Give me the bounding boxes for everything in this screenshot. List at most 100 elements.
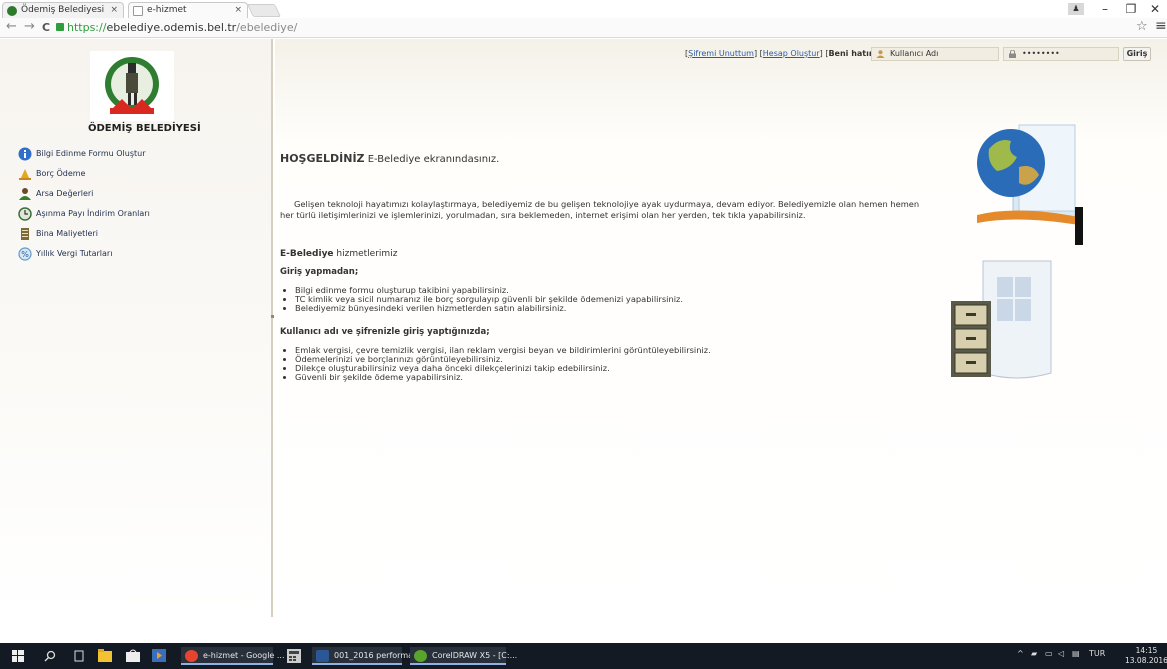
splitter-handle[interactable] <box>271 315 274 318</box>
browser-toolbar: ← → C https://ebelediye.odemis.bel.tr/eb… <box>0 18 1167 38</box>
forgot-password-link[interactable]: Şifremi Unuttum <box>688 49 754 58</box>
store-icon[interactable] <box>126 649 140 662</box>
list-item: Güvenli bir şekilde ödeme yapabilirsiniz… <box>295 373 711 382</box>
sidebar-item-label: Aşınma Payı İndirim Oranları <box>36 209 150 218</box>
login-links: [Şifremi Unuttum] [Hesap Oluştur] [Beni … <box>685 49 895 58</box>
forward-icon[interactable]: → <box>24 19 35 34</box>
task-view-icon[interactable] <box>72 650 86 662</box>
create-account-link[interactable]: Hesap Oluştur <box>763 49 820 58</box>
sidebar-item-bilgi-edinme[interactable]: Bilgi Edinme Formu Oluştur <box>18 145 150 165</box>
minimize-button[interactable]: – <box>1092 0 1118 18</box>
network-icon[interactable]: ▰ <box>1031 649 1037 658</box>
taskbar-app-label: e-hizmet - Google ... <box>203 651 285 660</box>
web-page: ÖDEMİŞ BELEDİYESİ Bilgi Edinme Formu Olu… <box>0 39 1167 643</box>
sidebar-item-arsa-degerleri[interactable]: Arsa Değerleri <box>18 185 150 205</box>
info-icon <box>18 147 32 161</box>
tray-overflow-icon[interactable]: ^ <box>1017 649 1024 658</box>
section1-title: Giriş yapmadan; <box>280 267 359 277</box>
url-path: /ebelediye/ <box>236 21 298 34</box>
municipality-logo <box>90 51 174 121</box>
url-scheme: https:// <box>67 21 107 34</box>
services-heading: E-Belediye hizmetlerimiz <box>280 249 397 259</box>
sidebar-item-bina-maliyetleri[interactable]: Bina Maliyetleri <box>18 225 150 245</box>
tab-close-icon[interactable]: × <box>110 3 118 18</box>
url-host: ebelediye.odemis.bel.tr <box>106 21 237 34</box>
login-bar: [Şifremi Unuttum] [Hesap Oluştur] [Beni … <box>275 47 1167 63</box>
file-explorer-icon[interactable] <box>98 649 112 662</box>
page-favicon-icon <box>133 6 143 16</box>
welcome-text: E-Belediye ekranındasınız. <box>367 154 500 165</box>
section2-title: Kullanıcı adı ve şifrenizle giriş yaptığ… <box>280 327 490 337</box>
sidebar-item-label: Yıllık Vergi Tutarları <box>36 249 113 258</box>
coreldraw-icon <box>414 650 427 662</box>
sidebar-item-label: Bina Maliyetleri <box>36 229 98 238</box>
clock-date: 13.08.2016 <box>1125 656 1167 665</box>
sidebar-item-label: Borç Ödeme <box>36 169 86 178</box>
clock-time: 14:15 <box>1135 646 1158 655</box>
back-icon[interactable]: ← <box>6 19 17 34</box>
list-item: Belediyemiz bünyesindeki verilen hizmetl… <box>295 304 683 313</box>
login-button[interactable]: Giriş <box>1123 47 1151 61</box>
clock-icon <box>18 207 32 221</box>
language-indicator[interactable]: TUR <box>1089 649 1105 658</box>
tab-close-icon[interactable]: × <box>234 3 242 18</box>
services-text: hizmetlerimiz <box>336 249 398 259</box>
calculator-icon[interactable] <box>287 649 301 663</box>
sidebar-menu: Bilgi Edinme Formu Oluştur Borç Ödeme Ar… <box>18 145 150 265</box>
section1-list: Bilgi edinme formu oluşturup takibini ya… <box>295 286 683 313</box>
user-icon <box>876 50 885 58</box>
tab-e-hizmet[interactable]: e-hizmet × <box>128 2 248 18</box>
search-icon[interactable] <box>44 650 56 662</box>
media-player-icon[interactable] <box>152 649 166 662</box>
maximize-button[interactable]: ❐ <box>1118 0 1144 18</box>
display-icon[interactable]: ▭ <box>1045 649 1053 658</box>
tab-label: e-hizmet <box>147 5 187 15</box>
sidebar-item-borc-odeme[interactable]: Borç Ödeme <box>18 165 150 185</box>
word-icon <box>316 650 329 662</box>
close-window-button[interactable]: ✕ <box>1142 0 1167 18</box>
book-icon <box>21 228 29 240</box>
browser-menu-icon[interactable]: ≡ <box>1155 18 1167 34</box>
username-field[interactable]: Kullanıcı Adı <box>871 47 999 61</box>
logo-title: ÖDEMİŞ BELEDİYESİ <box>88 123 201 134</box>
password-field[interactable]: •••••••• <box>1003 47 1119 61</box>
welcome-heading: HOŞGELDİNİZ E-Belediye ekranındasınız. <box>280 152 499 165</box>
sidebar-item-yillik-vergi[interactable]: % Yıllık Vergi Tutarları <box>18 245 150 265</box>
volume-icon[interactable]: ◁ <box>1058 649 1064 658</box>
file-cabinet-illustration <box>951 260 1052 379</box>
sidebar-item-asinma-payi[interactable]: Aşınma Payı İndirim Oranları <box>18 205 150 225</box>
taskbar-app-label: CorelDRAW X5 - [C:... <box>432 651 518 660</box>
sidebar-item-label: Arsa Değerleri <box>36 189 94 198</box>
taskbar-app-coreldraw[interactable]: CorelDRAW X5 - [C:... <box>410 647 517 665</box>
reload-icon[interactable]: C <box>42 21 50 34</box>
browser-tab-strip: Ödemiş Belediyesi × e-hizmet × ♟ – ❐ ✕ <box>0 0 1167 18</box>
taskbar-app-label: 001_2016 performa... <box>334 651 421 660</box>
tab-odemis-belediyesi[interactable]: Ödemiş Belediyesi × <box>2 2 124 18</box>
address-bar[interactable]: https://ebelediye.odemis.bel.tr/ebelediy… <box>56 20 297 35</box>
chrome-icon <box>185 650 198 662</box>
lock-icon <box>56 23 64 31</box>
new-tab-button[interactable] <box>246 4 282 17</box>
sidebar: ÖDEMİŞ BELEDİYESİ Bilgi Edinme Formu Olu… <box>0 39 273 617</box>
percent-icon: % <box>18 247 32 261</box>
user-icon <box>19 188 31 200</box>
profile-icon[interactable]: ♟ <box>1068 3 1084 15</box>
intro-text: Gelişen teknoloji hayatımızı kolaylaştır… <box>280 199 920 220</box>
username-placeholder: Kullanıcı Adı <box>890 49 939 58</box>
welcome-title: HOŞGELDİNİZ <box>280 152 365 165</box>
bookmark-star-icon[interactable]: ☆ <box>1136 19 1148 34</box>
windows-start-icon[interactable] <box>12 650 24 662</box>
taskbar-app-word[interactable]: 001_2016 performa... <box>312 647 421 665</box>
svg-text:%: % <box>21 250 29 259</box>
taskbar-clock[interactable]: 14:15 13.08.2016 <box>1125 646 1167 666</box>
lock-icon <box>1009 50 1016 58</box>
globe-folder-illustration <box>977 124 1083 245</box>
tab-label: Ödemiş Belediyesi <box>21 5 105 15</box>
money-bag-icon <box>19 169 31 180</box>
taskbar-app-chrome[interactable]: e-hizmet - Google ... <box>181 647 285 665</box>
sidebar-item-label: Bilgi Edinme Formu Oluştur <box>36 149 146 158</box>
keyboard-icon[interactable]: ▤ <box>1072 649 1080 658</box>
services-bold: E-Belediye <box>280 249 334 259</box>
windows-taskbar: e-hizmet - Google ... 001_2016 performa.… <box>0 643 1167 669</box>
main-content: [Şifremi Unuttum] [Hesap Oluştur] [Beni … <box>275 39 1167 617</box>
